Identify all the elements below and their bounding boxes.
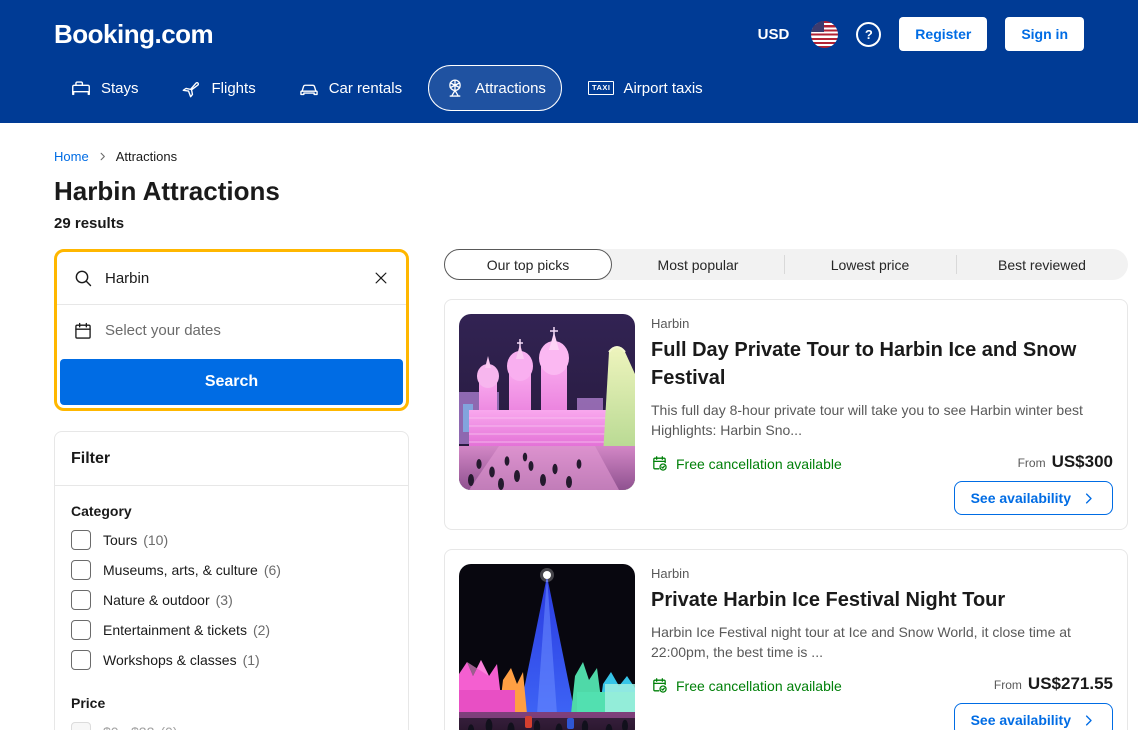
results-section: Our top picks Most popular Lowest price …: [444, 249, 1128, 730]
help-icon[interactable]: ?: [856, 22, 881, 47]
results-count: 29 results: [54, 215, 1128, 232]
price-group-title: Price: [71, 695, 392, 711]
us-flag-icon[interactable]: [811, 21, 838, 48]
free-cancellation-label: Free cancellation available: [676, 678, 842, 694]
see-availability-button[interactable]: See availability: [954, 703, 1113, 730]
sort-tab-lowest-price[interactable]: Lowest price: [784, 249, 956, 280]
search-input[interactable]: [105, 270, 360, 287]
sort-tab-best-reviewed[interactable]: Best reviewed: [956, 249, 1128, 280]
card-location: Harbin: [651, 316, 1113, 331]
price: From US$300: [1018, 452, 1113, 472]
free-cancellation-badge: Free cancellation available: [651, 677, 842, 694]
product-nav: Stays Flights Car rentals: [54, 65, 1084, 111]
sort-tab-top-picks[interactable]: Our top picks: [444, 249, 612, 280]
sort-tabs: Our top picks Most popular Lowest price …: [444, 249, 1128, 280]
search-box: Select your dates Search: [54, 249, 409, 411]
booking-logo[interactable]: Booking.com: [54, 19, 213, 50]
checkbox-icon[interactable]: [71, 620, 91, 640]
filter-option-entertainment[interactable]: Entertainment & tickets (2): [71, 619, 392, 641]
nav-flights[interactable]: Flights: [165, 65, 272, 111]
chevron-right-icon: [97, 151, 108, 162]
chevron-right-icon: [1081, 713, 1096, 728]
see-availability-button[interactable]: See availability: [954, 481, 1113, 515]
chevron-right-icon: [1081, 491, 1096, 506]
nav-label: Attractions: [475, 80, 546, 97]
price: From US$271.55: [994, 674, 1113, 694]
nav-label: Car rentals: [329, 80, 402, 97]
card-description: Harbin Ice Festival night tour at Ice an…: [651, 622, 1113, 662]
filter-panel: Filter Category Tours (10) Museums, arts…: [54, 431, 409, 730]
from-label: From: [994, 678, 1022, 692]
nav-stays[interactable]: Stays: [54, 65, 155, 111]
checkbox-icon[interactable]: [71, 530, 91, 550]
sort-tab-most-popular[interactable]: Most popular: [612, 249, 784, 280]
price-value: US$300: [1052, 452, 1113, 472]
checkbox-icon: [71, 722, 91, 730]
breadcrumb-current: Attractions: [116, 149, 177, 164]
attraction-photo[interactable]: [459, 564, 635, 730]
nav-label: Flights: [212, 80, 256, 97]
calendar-check-icon: [651, 455, 668, 472]
breadcrumb-home-link[interactable]: Home: [54, 149, 89, 164]
plane-icon: [181, 77, 203, 99]
ferris-wheel-icon: [444, 77, 466, 99]
nav-label: Stays: [101, 80, 139, 97]
bed-icon: [70, 77, 92, 99]
filter-option-price-0-22: $0 - $22 (0): [71, 721, 392, 730]
nav-attractions[interactable]: Attractions: [428, 65, 562, 111]
calendar-icon: [73, 321, 93, 341]
dates-field[interactable]: Select your dates: [57, 304, 406, 356]
search-button[interactable]: Search: [60, 359, 403, 405]
filter-title: Filter: [71, 450, 392, 468]
filter-option-nature[interactable]: Nature & outdoor (3): [71, 589, 392, 611]
filter-option-tours[interactable]: Tours (10): [71, 529, 392, 551]
attraction-card: Harbin Full Day Private Tour to Harbin I…: [444, 299, 1128, 530]
checkbox-icon[interactable]: [71, 560, 91, 580]
free-cancellation-badge: Free cancellation available: [651, 455, 842, 472]
card-title-link[interactable]: Full Day Private Tour to Harbin Ice and …: [651, 336, 1113, 392]
see-availability-label: See availability: [971, 712, 1071, 728]
main-content: Home Attractions Harbin Attractions 29 r…: [0, 149, 1138, 730]
page-title: Harbin Attractions: [54, 176, 1128, 207]
calendar-check-icon: [651, 677, 668, 694]
dates-placeholder: Select your dates: [105, 322, 221, 339]
taxi-icon: TAXI: [588, 81, 615, 95]
card-location: Harbin: [651, 566, 1113, 581]
price-value: US$271.55: [1028, 674, 1113, 694]
search-icon: [73, 268, 93, 288]
free-cancellation-label: Free cancellation available: [676, 456, 842, 472]
category-group-title: Category: [71, 503, 392, 519]
from-label: From: [1018, 456, 1046, 470]
checkbox-icon[interactable]: [71, 650, 91, 670]
register-button[interactable]: Register: [899, 17, 987, 51]
nav-airport-taxis[interactable]: TAXI Airport taxis: [572, 68, 719, 109]
nav-car-rentals[interactable]: Car rentals: [282, 65, 418, 111]
destination-field[interactable]: [57, 252, 406, 304]
currency-selector[interactable]: USD: [754, 20, 794, 49]
signin-button[interactable]: Sign in: [1005, 17, 1084, 51]
filter-option-workshops[interactable]: Workshops & classes (1): [71, 649, 392, 671]
left-sidebar: Select your dates Search Filter Category…: [54, 249, 409, 730]
see-availability-label: See availability: [971, 490, 1071, 506]
breadcrumb: Home Attractions: [54, 149, 1128, 164]
site-header: Booking.com USD ? Register Sign in Stays: [0, 0, 1138, 123]
clear-search-icon[interactable]: [372, 269, 390, 287]
attraction-photo[interactable]: [459, 314, 635, 490]
card-title-link[interactable]: Private Harbin Ice Festival Night Tour: [651, 586, 1113, 614]
divider: [55, 485, 408, 486]
checkbox-icon[interactable]: [71, 590, 91, 610]
car-icon: [298, 77, 320, 99]
nav-label: Airport taxis: [623, 80, 702, 97]
attraction-card: Harbin Private Harbin Ice Festival Night…: [444, 549, 1128, 730]
card-description: This full day 8-hour private tour will t…: [651, 400, 1113, 440]
filter-option-museums[interactable]: Museums, arts, & culture (6): [71, 559, 392, 581]
